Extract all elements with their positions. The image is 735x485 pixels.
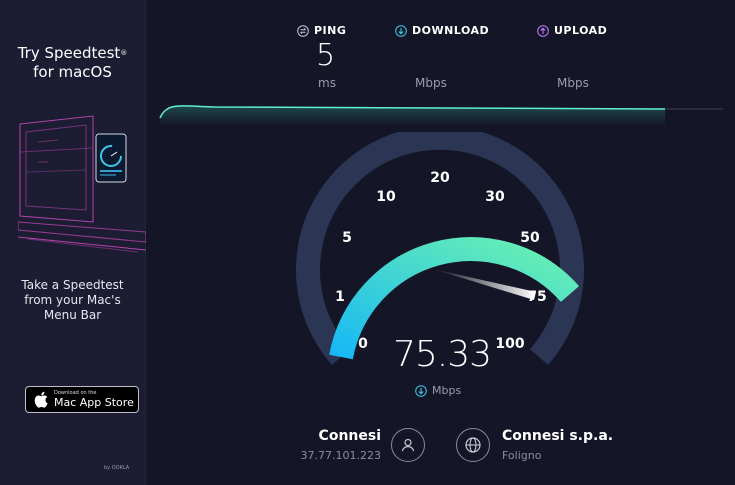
download-arrow-icon (395, 24, 407, 37)
download-arrow-icon (415, 384, 427, 397)
gauge-tick-0: 0 (358, 336, 368, 352)
globe-icon[interactable] (456, 428, 490, 462)
gauge-tick-100: 100 (495, 336, 524, 352)
ad-sidebar: Try Speedtest® for macOS Take a Speedtes… (0, 0, 146, 485)
speed-graph (159, 105, 723, 126)
ping-value: 5 (316, 38, 335, 73)
gauge-tick-1: 1 (335, 289, 345, 305)
ping-label: PING (314, 24, 347, 37)
appstore-big-label: Mac App Store (54, 396, 134, 409)
server-name[interactable]: Connesi s.p.a. (502, 428, 613, 444)
ad-title: Try Speedtest® for macOS (17, 44, 128, 81)
ookla-byline: by OOKLA (104, 465, 130, 471)
gauge-tick-5: 5 (342, 230, 352, 246)
gauge-tick-30: 30 (485, 189, 505, 205)
ad-description: Take a Speedtest from your Mac's Menu Ba… (21, 278, 124, 322)
isp-name: Connesi (318, 428, 381, 444)
ping-unit: ms (318, 76, 336, 90)
upload-arrow-icon (537, 24, 549, 37)
ping-header: PING (297, 24, 346, 37)
upload-unit: Mbps (557, 76, 589, 90)
download-header: DOWNLOAD (395, 24, 489, 37)
upload-label: UPLOAD (554, 24, 608, 37)
gauge-tick-50: 50 (520, 230, 540, 246)
gauge-needle (433, 269, 536, 300)
user-icon[interactable] (391, 428, 425, 462)
ping-arrows-icon (297, 24, 309, 37)
apple-logo-icon (34, 391, 48, 408)
current-speed-unit: Mbps (432, 384, 462, 397)
isp-ip: 37.77.101.223 (300, 449, 381, 462)
current-speed-value: 75.33 (392, 334, 492, 375)
gauge-tick-10: 10 (376, 189, 396, 205)
mac-app-store-button[interactable]: Download on the Mac App Store (25, 386, 139, 413)
server-location: Foligno (502, 449, 542, 462)
mac-laptop-illustration (18, 115, 146, 253)
gauge-tick-75: 75 (527, 289, 546, 305)
globe-glyph-icon (465, 437, 481, 453)
upload-header: UPLOAD (537, 24, 607, 37)
gauge-tick-20: 20 (430, 170, 450, 186)
current-speed-unit-row: Mbps (415, 384, 461, 397)
person-glyph-icon (401, 438, 415, 452)
download-label: DOWNLOAD (412, 24, 490, 37)
download-unit: Mbps (415, 76, 447, 90)
